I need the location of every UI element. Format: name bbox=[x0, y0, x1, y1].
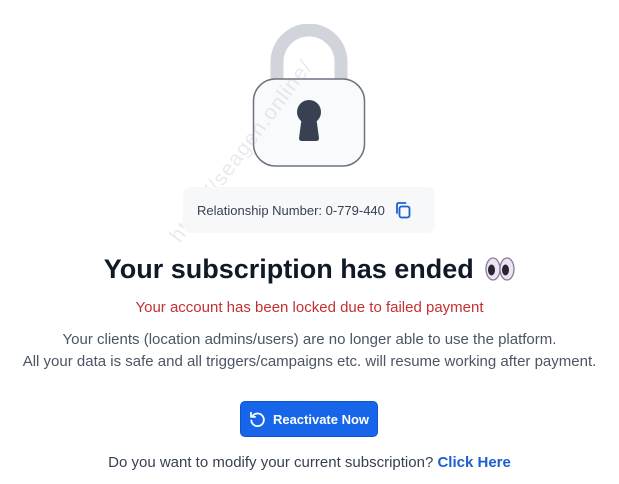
description-line-2: All your data is safe and all triggers/c… bbox=[22, 353, 597, 370]
relationship-number-box: Relationship Number: 0-779-440 bbox=[183, 187, 435, 233]
eyes-icon bbox=[485, 257, 515, 281]
modify-subscription-question: Do you want to modify your current subsc… bbox=[108, 454, 434, 471]
refresh-icon bbox=[250, 411, 265, 427]
description-line-1: Your clients (location admins/users) are… bbox=[62, 331, 557, 348]
page-title-text: Your subscription has ended bbox=[103, 254, 474, 284]
copy-icon[interactable] bbox=[394, 201, 412, 219]
modify-subscription-prompt: Do you want to modify your current subsc… bbox=[0, 454, 619, 471]
relationship-number-label: Relationship Number: 0-779-440 bbox=[197, 202, 385, 218]
reactivate-now-label: Reactivate Now bbox=[272, 411, 370, 427]
page-title: Your subscription has ended bbox=[0, 254, 619, 285]
padlock-icon bbox=[252, 24, 366, 167]
click-here-link[interactable]: Click Here bbox=[437, 454, 510, 471]
reactivate-now-button[interactable]: Reactivate Now bbox=[240, 401, 378, 437]
locked-error-message: Your account has been locked due to fail… bbox=[135, 299, 484, 316]
